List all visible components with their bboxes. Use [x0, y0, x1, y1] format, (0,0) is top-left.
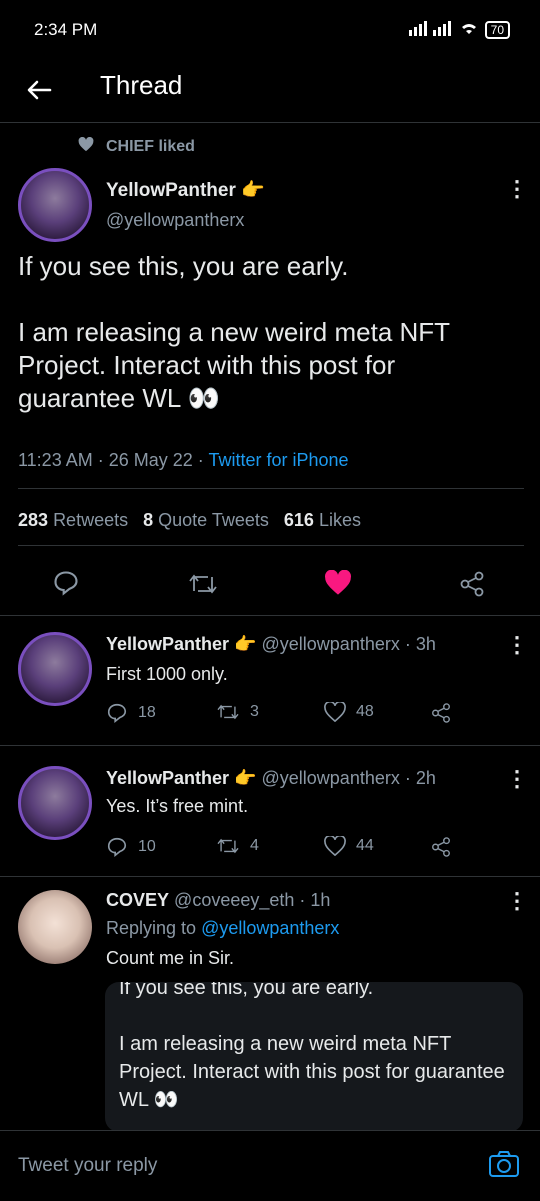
retweets-stat[interactable]: 283 Retweets: [18, 510, 128, 530]
avatar[interactable]: [18, 168, 92, 242]
battery-icon: 70: [484, 20, 510, 39]
reply-count: 18: [138, 704, 156, 721]
retweet-count: 3: [250, 703, 259, 720]
status-bar: 2:34 PM 70: [0, 0, 540, 60]
divider: [0, 615, 540, 616]
retweet-action[interactable]: 3: [216, 702, 259, 722]
retweet-count: 4: [250, 837, 259, 854]
camera-icon[interactable]: [488, 1149, 520, 1184]
reply-input[interactable]: Tweet your reply: [18, 1155, 157, 1177]
reply-icon: [107, 703, 127, 723]
reply-text: Yes. It’s free mint.: [106, 796, 249, 816]
avatar[interactable]: [18, 766, 92, 840]
share-icon: [432, 837, 450, 857]
retweet-icon: [217, 838, 239, 854]
reply-count: 10: [138, 838, 156, 855]
retweet-icon: [217, 704, 239, 720]
like-count: 44: [356, 837, 374, 854]
tweet-stats: 283 Retweets 8 Quote Tweets 616 Likes: [18, 510, 361, 531]
social-context-text: CHIEF liked: [106, 138, 195, 155]
replying-to: Replying to @yellowpantherx: [106, 918, 340, 938]
share-action[interactable]: [430, 702, 452, 724]
like-action[interactable]: 44: [324, 836, 374, 856]
page-title: Thread: [100, 70, 183, 100]
like-count: 48: [356, 703, 374, 720]
reply-text: First 1000 only.: [106, 664, 228, 684]
source-link[interactable]: Twitter for iPhone: [208, 450, 348, 470]
author-handle[interactable]: @yellowpantherx: [106, 210, 244, 231]
header: Thread: [0, 60, 540, 123]
retweet-icon[interactable]: [188, 571, 218, 602]
more-options-icon[interactable]: ⋮: [506, 634, 528, 656]
quoted-tweet[interactable]: If you see this, you are early. I am rel…: [105, 982, 523, 1132]
reply-header: YellowPanther 👉 @yellowpantherx · 3h: [106, 634, 436, 654]
like-action[interactable]: 48: [324, 702, 374, 722]
tweet-actions: [0, 565, 540, 605]
share-icon[interactable]: [458, 570, 486, 603]
more-options-icon[interactable]: ⋮: [506, 890, 528, 912]
share-icon: [432, 703, 450, 723]
reply-header: YellowPanther 👉 @yellowpantherx · 2h: [106, 768, 436, 788]
more-options-icon[interactable]: ⋮: [506, 768, 528, 790]
reply-icon[interactable]: [52, 569, 80, 602]
reply-action[interactable]: 10: [106, 836, 156, 858]
signal-icon: [408, 20, 453, 39]
social-context: CHIEF liked: [78, 136, 195, 157]
like-icon[interactable]: [324, 569, 352, 601]
likes-stat[interactable]: 616 Likes: [284, 510, 361, 530]
reply-composer[interactable]: Tweet your reply: [0, 1130, 540, 1201]
divider: [0, 745, 540, 746]
more-options-icon[interactable]: ⋮: [506, 178, 528, 200]
tweet-meta: 11:23 AM · 26 May 22 · Twitter for iPhon…: [18, 450, 349, 470]
quoted-tweet-text: If you see this, you are early. I am rel…: [119, 982, 505, 1111]
divider: [18, 488, 524, 489]
quotes-stat[interactable]: 8 Quote Tweets: [143, 510, 269, 530]
reply-header: COVEY @coveeey_eth · 1h: [106, 890, 331, 910]
back-arrow-icon[interactable]: [24, 66, 54, 113]
replying-to-link[interactable]: @yellowpantherx: [201, 918, 339, 938]
like-icon: [324, 702, 346, 722]
heart-small-icon: [78, 136, 94, 157]
status-icons: 70: [408, 20, 510, 39]
share-action[interactable]: [430, 836, 452, 858]
wifi-icon: [459, 20, 479, 39]
like-icon: [324, 836, 346, 856]
tweet-text: If you see this, you are early. I am rel…: [18, 251, 450, 413]
reply-action[interactable]: 18: [106, 702, 156, 724]
divider: [0, 876, 540, 877]
divider: [18, 545, 524, 546]
retweet-action[interactable]: 4: [216, 836, 259, 856]
avatar[interactable]: [18, 632, 92, 706]
reply-text: Count me in Sir.: [106, 948, 235, 968]
reply-icon: [107, 837, 127, 857]
avatar[interactable]: [18, 890, 92, 964]
author-name[interactable]: YellowPanther 👉: [106, 178, 265, 202]
status-time: 2:34 PM: [34, 20, 98, 39]
